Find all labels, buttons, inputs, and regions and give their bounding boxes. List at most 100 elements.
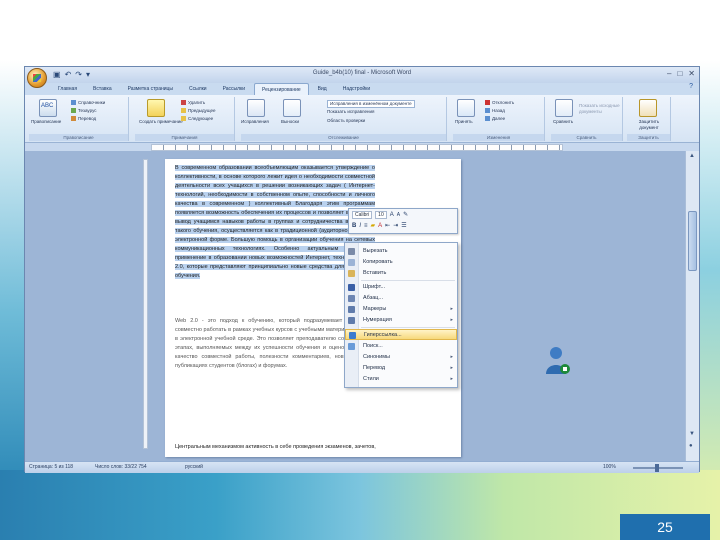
context-menu: Вырезать Копировать Вставить Шрифт... Аб… bbox=[344, 242, 458, 388]
menu-item-paragraph[interactable]: Абзац... bbox=[345, 293, 457, 304]
research-icon bbox=[71, 100, 76, 106]
translate-button[interactable]: Перевод bbox=[71, 116, 96, 122]
font-name-field[interactable]: Calibri bbox=[352, 211, 373, 219]
highlight-color-icon[interactable]: ▰ bbox=[371, 222, 376, 230]
status-page[interactable]: Страница: 5 из 118 bbox=[29, 462, 73, 473]
maximize-icon[interactable]: □ bbox=[677, 69, 682, 79]
protect-document-icon[interactable] bbox=[639, 99, 657, 117]
accept-button[interactable]: Принять bbox=[455, 119, 473, 125]
paragraph-icon bbox=[348, 295, 355, 302]
spelling-icon[interactable]: ABC bbox=[39, 99, 57, 117]
zoom-slider[interactable] bbox=[633, 464, 683, 472]
menu-item-bullets[interactable]: Маркеры ▸ bbox=[345, 304, 457, 315]
tab-insert[interactable]: Вставка bbox=[86, 83, 119, 95]
delete-comment-button[interactable]: Удалить bbox=[181, 100, 205, 106]
search-icon bbox=[348, 343, 355, 350]
tab-review[interactable]: Рецензирование bbox=[254, 83, 309, 95]
track-changes-icon[interactable] bbox=[247, 99, 265, 117]
tab-view[interactable]: Вид bbox=[311, 83, 334, 95]
status-words[interactable]: Число слов: 33/22 754 bbox=[95, 462, 147, 473]
accept-icon[interactable] bbox=[457, 99, 475, 117]
group-tracking: Исправления Выноски Исправления в изменё… bbox=[241, 97, 447, 141]
research-button[interactable]: Справочники bbox=[71, 100, 105, 106]
compare-button[interactable]: Сравнить bbox=[553, 119, 573, 125]
hyperlink-icon bbox=[349, 332, 356, 339]
reject-icon bbox=[485, 100, 490, 106]
tab-addins[interactable]: Надстройки bbox=[336, 83, 377, 95]
protect-document-button[interactable]: Защитить документ bbox=[629, 119, 669, 131]
bold-icon[interactable]: B bbox=[352, 222, 356, 230]
align-center-icon[interactable]: ≡ bbox=[364, 222, 368, 230]
show-markup-button[interactable]: Показать исправления bbox=[327, 109, 374, 115]
zoom-knob[interactable] bbox=[655, 464, 659, 472]
browse-object-icon[interactable]: ● bbox=[689, 443, 693, 449]
font-color-icon[interactable]: A bbox=[378, 222, 382, 230]
horizontal-ruler[interactable] bbox=[151, 144, 563, 151]
status-zoom[interactable]: 100% bbox=[603, 462, 616, 473]
help-icon[interactable]: ? bbox=[689, 83, 693, 90]
menu-item-synonyms[interactable]: Синонимы ▸ bbox=[345, 352, 457, 363]
menu-item-font[interactable]: Шрифт... bbox=[345, 282, 457, 293]
tab-home[interactable]: Главная bbox=[51, 83, 84, 95]
font-size-field[interactable]: 10 bbox=[375, 211, 387, 219]
balloons-button[interactable]: Выноски bbox=[281, 119, 299, 125]
menu-item-lookup[interactable]: Поиск... bbox=[345, 341, 457, 352]
group-comments: Создать примечание Удалить Предыдущее Сл… bbox=[135, 97, 235, 141]
menu-item-cut[interactable]: Вырезать bbox=[345, 246, 457, 257]
minimize-icon[interactable]: – bbox=[667, 69, 671, 79]
status-language[interactable]: русский bbox=[185, 462, 203, 473]
tab-page-layout[interactable]: Разметка страницы bbox=[121, 83, 180, 95]
menu-item-numbering[interactable]: Нумерация ▸ bbox=[345, 315, 457, 326]
group-label-protect: Защитить bbox=[627, 134, 670, 141]
font-icon bbox=[348, 284, 355, 291]
spelling-button[interactable]: Правописание bbox=[31, 119, 61, 125]
balloons-icon[interactable] bbox=[283, 99, 301, 117]
ribbon-tabs: Главная Вставка Разметка страницы Ссылки… bbox=[25, 83, 699, 95]
format-painter-icon[interactable]: ✎ bbox=[403, 211, 408, 219]
menu-item-styles[interactable]: Стили ▸ bbox=[345, 374, 457, 385]
vertical-ruler[interactable] bbox=[143, 159, 148, 449]
slide-decoration-left bbox=[0, 60, 26, 480]
new-comment-button[interactable]: Создать примечание bbox=[139, 119, 183, 125]
menu-item-copy[interactable]: Копировать bbox=[345, 257, 457, 268]
numbering-icon bbox=[348, 317, 355, 324]
grow-font-icon[interactable]: A bbox=[390, 211, 394, 219]
reject-button[interactable]: Отклонить bbox=[485, 100, 514, 106]
menu-separator bbox=[361, 327, 455, 328]
scroll-down-icon[interactable]: ▼ bbox=[689, 431, 695, 437]
close-icon[interactable]: ✕ bbox=[688, 69, 695, 79]
track-changes-button[interactable]: Исправления bbox=[241, 119, 269, 125]
vertical-scrollbar[interactable]: ▲ ▼ ● bbox=[685, 151, 699, 461]
group-protect: Защитить документ Защитить bbox=[627, 97, 671, 141]
next-comment-button[interactable]: Следующее bbox=[181, 116, 213, 122]
tab-references[interactable]: Ссылки bbox=[182, 83, 214, 95]
group-compare: Сравнить Показать исходные документы Сра… bbox=[551, 97, 623, 141]
bullets-icon[interactable]: ☰ bbox=[401, 222, 406, 230]
menu-item-paste[interactable]: Вставить bbox=[345, 268, 457, 279]
decrease-indent-icon[interactable]: ⇤ bbox=[385, 222, 390, 230]
office-button[interactable] bbox=[27, 68, 47, 88]
paragraph-3[interactable]: Центральным механизмом активность в себе… bbox=[175, 443, 451, 452]
reviewing-pane-button[interactable]: Область проверки bbox=[327, 118, 365, 124]
thesaurus-icon bbox=[71, 108, 76, 114]
window-title: Guide_b4b(10) final - Microsoft Word bbox=[312, 70, 412, 76]
slide-decoration-bottom bbox=[0, 470, 720, 540]
group-label-proofing: Правописание bbox=[29, 134, 128, 141]
shrink-font-icon[interactable]: A bbox=[397, 211, 400, 219]
compare-icon[interactable] bbox=[555, 99, 573, 117]
thesaurus-button[interactable]: Тезаурус bbox=[71, 108, 97, 114]
next-change-button[interactable]: Далее bbox=[485, 116, 505, 122]
group-changes: Принять Отклонить Назад Далее Изменения bbox=[453, 97, 545, 141]
show-source-button[interactable]: Показать исходные документы bbox=[579, 103, 621, 115]
menu-item-hyperlink[interactable]: Гиперссылка... bbox=[345, 329, 457, 340]
tab-mailings[interactable]: Рассылки bbox=[216, 83, 252, 95]
scroll-up-icon[interactable]: ▲ bbox=[689, 153, 695, 159]
increase-indent-icon[interactable]: ⇥ bbox=[393, 222, 398, 230]
scroll-thumb[interactable] bbox=[688, 211, 697, 271]
italic-icon[interactable]: I bbox=[359, 222, 361, 230]
menu-item-translate[interactable]: Перевод ▸ bbox=[345, 363, 457, 374]
previous-comment-button[interactable]: Предыдущее bbox=[181, 108, 216, 114]
previous-change-button[interactable]: Назад bbox=[485, 108, 505, 114]
display-for-review-dropdown[interactable]: Исправления в изменённом документе bbox=[327, 100, 415, 108]
new-comment-icon[interactable] bbox=[147, 99, 165, 117]
